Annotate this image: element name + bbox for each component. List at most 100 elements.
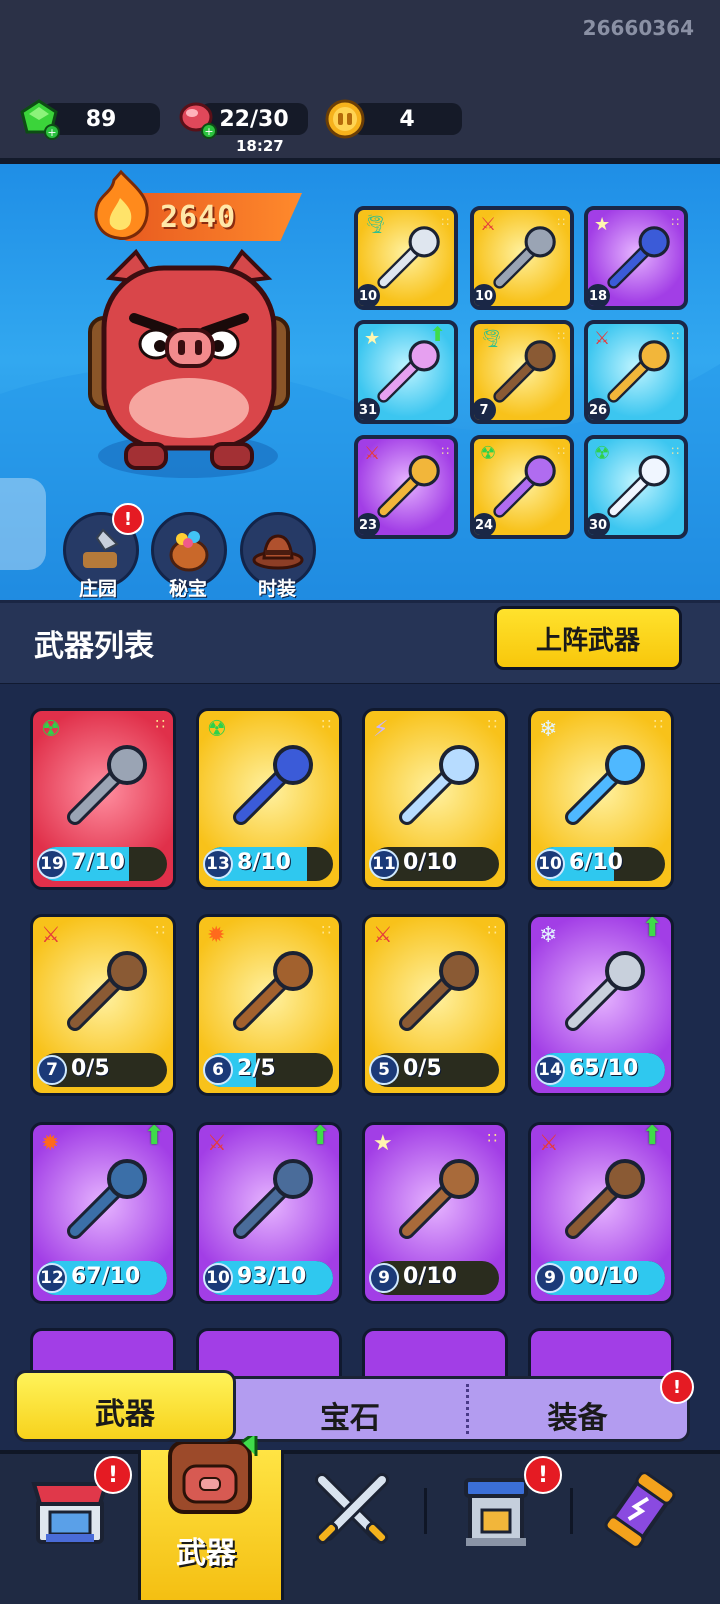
weapon-level: 5: [369, 1055, 399, 1085]
pig-hero-avatar[interactable]: [74, 248, 304, 482]
svg-text:+: +: [204, 125, 213, 138]
weapon-art: [55, 943, 155, 1043]
fire-icon: [86, 168, 156, 246]
rank-dots-icon: ∷: [487, 715, 497, 733]
snowflake-icon: ❄: [539, 923, 558, 948]
weapon-shard-count: 67/10: [71, 1264, 141, 1289]
weapon-art: [221, 737, 321, 837]
tornado-icon: 🌪: [480, 328, 503, 349]
stamina-timer: 18:27: [236, 137, 284, 155]
weapon-shard-count: 0/10: [403, 1264, 457, 1289]
star-icon: ★: [364, 328, 381, 349]
weapon-art: [553, 737, 653, 837]
equipped-slot[interactable]: ★ ⬆ 31: [354, 320, 458, 424]
sword-icon: ⚔: [207, 1131, 227, 1156]
ice-crystal-icon: [565, 745, 645, 825]
equipped-slot[interactable]: ⚔ ∷ 26: [584, 320, 688, 424]
rank-dots-icon: ∷: [653, 715, 663, 733]
spellbook-icon: [67, 1159, 147, 1239]
flail-icon: [565, 951, 645, 1031]
weapon-level: 11: [369, 849, 399, 879]
manor-label: 庄园: [78, 578, 117, 600]
weapon-card[interactable]: ⚔ ∷ 5 0/5: [362, 914, 508, 1096]
equipped-slot[interactable]: ☢ ∷ 30: [584, 435, 688, 539]
weapon-card[interactable]: ⚔ ⬆ 9 00/10: [528, 1122, 674, 1304]
slot-level: 30: [588, 513, 610, 535]
weapon-shard-count: 8/10: [237, 850, 291, 875]
weapon-level: 12: [37, 1263, 67, 1293]
weapon-shard-count: 0/5: [71, 1056, 110, 1081]
coin-icon: [322, 96, 368, 142]
weapon-card[interactable]: ★ ∷ 9 0/10: [362, 1122, 508, 1304]
deploy-weapon-button[interactable]: 上阵武器: [494, 606, 682, 670]
weapon-shard-count: 2/5: [237, 1056, 276, 1081]
weapon-card-partial[interactable]: [528, 1328, 674, 1378]
slot-level: 18: [588, 284, 610, 306]
wooden-shield-icon: [399, 1159, 479, 1239]
battle-nav-button[interactable]: [312, 1472, 392, 1552]
crossbow-icon: [233, 1159, 313, 1239]
weapon-shard-count: 7/10: [71, 850, 125, 875]
slot-level: 10: [358, 284, 380, 306]
slot-level: 31: [358, 398, 380, 420]
player-id: 26660364: [582, 16, 694, 40]
slot-level: 24: [474, 513, 496, 535]
poison-icon: ☢: [480, 443, 497, 464]
capsule-icon: [604, 1471, 676, 1549]
equipped-slot[interactable]: ☢ ∷ 24: [470, 435, 574, 539]
rank-dots-icon: ∷: [557, 215, 565, 229]
weapon-card[interactable]: ✹ ∷ 6 2/5: [196, 914, 342, 1096]
stamina-count: 22/30: [219, 106, 289, 132]
weapon-card[interactable]: ⚔ ∷ 7 0/5: [30, 914, 176, 1096]
weapon-card[interactable]: ✹ ⬆ 12 67/10: [30, 1122, 176, 1304]
building-nav-button[interactable]: [458, 1470, 534, 1554]
fire-icon: ✹: [207, 923, 226, 948]
weapon-level: 10: [535, 849, 565, 879]
weapon-level: 9: [535, 1263, 565, 1293]
weapon-art: [387, 737, 487, 837]
weapon-card[interactable]: ☢ ∷ 19 7/10: [30, 708, 176, 890]
weapon-card[interactable]: ⚔ ⬆ 10 93/10: [196, 1122, 342, 1304]
poison-icon: ☢: [594, 443, 611, 464]
rank-dots-icon: ∷: [557, 444, 565, 458]
weapon-card[interactable]: ⚡ ∷ 11 0/10: [362, 708, 508, 890]
rank-dots-icon: ∷: [155, 715, 165, 733]
weapon-art: [387, 1151, 487, 1251]
equipped-slot[interactable]: ⚔ ∷ 10: [470, 206, 574, 310]
rank-dots-icon: ∷: [671, 215, 679, 229]
tab-weapon[interactable]: 武器: [14, 1370, 236, 1442]
mace-staff-icon: [399, 745, 479, 825]
tab-weapon-label: 武器: [95, 1397, 155, 1432]
equipped-slot[interactable]: 🌪 ∷ 10: [354, 206, 458, 310]
building-alert-badge: !: [524, 1456, 562, 1494]
upgrade-arrow-icon: ⬆: [429, 322, 446, 346]
weapon-art: [387, 943, 487, 1043]
fire-icon: ✹: [41, 1131, 60, 1156]
treasure-label: 秘宝: [168, 578, 207, 600]
weapon-shard-count: 65/10: [569, 1056, 639, 1081]
weapon-level: 19: [37, 849, 67, 879]
weapon-card-partial[interactable]: [362, 1328, 508, 1378]
equipped-slot[interactable]: ⚔ ∷ 23: [354, 435, 458, 539]
weapon-card[interactable]: ❄ ⬆ 14 65/10: [528, 914, 674, 1096]
rank-dots-icon: ∷: [321, 921, 331, 939]
gem-icon: +: [16, 96, 62, 142]
rank-dots-icon: ∷: [441, 215, 449, 229]
tab-gear[interactable]: 装备: [468, 1376, 690, 1442]
weapon-art: [221, 1151, 321, 1251]
tombstone-shrine-icon: [67, 745, 147, 825]
weapon-card[interactable]: ❄ ∷ 10 6/10: [528, 708, 674, 890]
equipped-slot[interactable]: ★ ∷ 18: [584, 206, 688, 310]
coin-counter[interactable]: 4: [352, 103, 462, 135]
weapon-level: 13: [203, 849, 233, 879]
rank-dots-icon: ∷: [557, 329, 565, 343]
tab-gem[interactable]: 宝石: [232, 1376, 468, 1442]
backpack-icon: [168, 1429, 258, 1514]
weapon-art: [55, 1151, 155, 1251]
costume-label: 时装: [257, 578, 296, 600]
equipped-slot[interactable]: 🌪 ∷ 7: [470, 320, 574, 424]
side-drawer-handle[interactable]: [0, 478, 46, 570]
weapon-card[interactable]: ☢ ∷ 13 8/10: [196, 708, 342, 890]
gacha-nav-button[interactable]: [602, 1471, 678, 1552]
weapon-art: [553, 1151, 653, 1251]
